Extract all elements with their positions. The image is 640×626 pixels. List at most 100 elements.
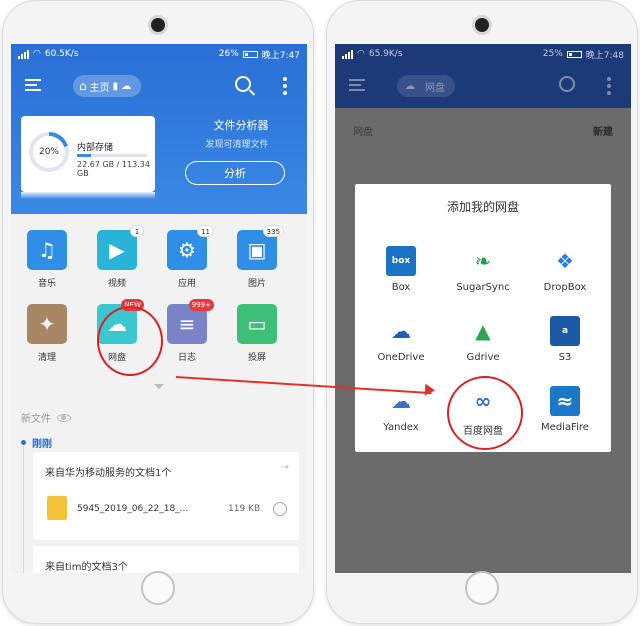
left-screen: ◠ 60.5K/s 26% 晚上7:47 ⌂ 主页 ▮ ☁ 20% 内部存储 2: [11, 44, 307, 573]
storage-usage-ring: 20%: [29, 132, 69, 172]
dialog-title: 添加我的网盘: [446, 200, 519, 214]
home-icon: ⌂: [79, 79, 87, 93]
category-item[interactable]: ≡ 999+ 日志: [157, 299, 217, 363]
eye-icon[interactable]: [57, 413, 71, 422]
box-logo-icon: box: [386, 246, 416, 276]
category-item[interactable]: ⚙ 11 应用: [157, 225, 217, 289]
count-badge: 11: [197, 225, 214, 237]
network-speed: 60.5K/s: [44, 49, 79, 59]
more-options-icon[interactable]: [283, 77, 287, 95]
category-label: 应用: [177, 279, 196, 289]
menu-icon[interactable]: [349, 79, 365, 91]
arrow-right-icon[interactable]: →: [281, 462, 289, 473]
provider-item[interactable]: ☁ OneDrive: [361, 316, 441, 363]
expand-chevron-icon[interactable]: [154, 384, 164, 389]
cast-icon: ▭: [237, 304, 277, 344]
storage-bar: [77, 154, 147, 157]
internal-storage-card[interactable]: 20% 内部存储 22.67 GB / 113.34 GB: [21, 116, 155, 199]
category-item[interactable]: ▭ 投屏: [227, 304, 287, 363]
analyzer-subtitle: 发现可清理文件: [205, 140, 269, 150]
provider-label: SugarSync: [456, 282, 510, 293]
storage-name: 内部存储: [77, 143, 114, 153]
analyze-button[interactable]: 分析: [185, 161, 285, 185]
annotation-circle: [97, 306, 163, 376]
provider-item[interactable]: ≈ MediaFire: [525, 386, 605, 433]
category-item[interactable]: ▶ 1 视频: [87, 225, 147, 289]
provider-item[interactable]: a S3: [525, 316, 605, 363]
new-button[interactable]: 新建: [593, 123, 613, 138]
signal-icon: [18, 49, 29, 59]
status-bar: ◠ 65.9K/s 25% 晚上7:48: [335, 44, 631, 64]
provider-label: Yandex: [383, 422, 419, 433]
file-name[interactable]: 5945_2019_06_22_18_...: [77, 504, 188, 514]
timeline-line: [23, 446, 24, 573]
search-icon[interactable]: [235, 76, 251, 92]
search-icon[interactable]: [559, 76, 575, 92]
netdisk-tab[interactable]: ☁ 网盘: [397, 75, 455, 97]
card-title: 来自tim的文档3个: [45, 562, 128, 573]
onedrive-logo-icon: ☁: [386, 316, 416, 346]
category-label: 日志: [177, 353, 196, 363]
annotation-circle: [447, 376, 523, 450]
home-tab-label: 主页: [89, 82, 110, 94]
card-title: 来自华为移动服务的文档1个: [45, 468, 172, 479]
provider-label: MediaFire: [541, 422, 589, 433]
android-icon: ⚙ 11: [167, 225, 214, 270]
image-icon: ▣ 335: [237, 225, 284, 270]
analyzer-title: 文件分析器: [213, 119, 269, 132]
category-item[interactable]: ▣ 335 图片: [227, 225, 287, 289]
provider-label: OneDrive: [377, 352, 425, 363]
provider-item[interactable]: ❖ DropBox: [525, 246, 605, 293]
provider-item[interactable]: ▲ Gdrive: [443, 316, 523, 363]
recent-file-card[interactable]: 来自tim的文档3个: [33, 546, 299, 573]
category-item[interactable]: ✦ 清理: [17, 304, 77, 363]
network-speed: 65.9K/s: [368, 49, 403, 59]
left-phone-frame: ◠ 60.5K/s 26% 晚上7:47 ⌂ 主页 ▮ ☁ 20% 内部存储 2: [2, 0, 314, 624]
document-icon: [47, 496, 67, 520]
home-button[interactable]: [465, 571, 499, 605]
wifi-icon: ◠: [33, 49, 41, 59]
home-tab[interactable]: ⌂ 主页 ▮ ☁: [73, 75, 142, 97]
battery-percent: 26%: [218, 49, 239, 59]
storage-bar-fill: [77, 154, 91, 157]
menu-icon[interactable]: [25, 79, 41, 91]
app-toolbar: ⌂ 主页 ▮ ☁: [11, 64, 307, 108]
music-icon: ♫: [27, 230, 67, 270]
video-icon: ▶ 1: [97, 225, 144, 270]
s3-logo-icon: a: [550, 316, 580, 346]
broom-icon: ✦: [27, 304, 67, 344]
provider-label: Box: [391, 282, 411, 293]
timeline-dot: [21, 440, 26, 445]
window-icons: ▮ ☁: [112, 80, 132, 92]
provider-label: S3: [558, 352, 572, 363]
more-options-icon[interactable]: [607, 77, 611, 95]
signal-icon: [342, 49, 353, 59]
provider-item[interactable]: box Box: [361, 246, 441, 293]
storage-percent: 20%: [33, 136, 65, 168]
netdisk-list-title: 网盘: [353, 127, 373, 138]
clock: 晚上7:48: [585, 50, 624, 61]
provider-label: Gdrive: [466, 352, 500, 363]
right-phone-frame: ◠ 65.9K/s 25% 晚上7:48 ☁ 网盘 网盘 新建 添加我的网盘 b…: [326, 0, 638, 624]
category-label: 投屏: [247, 353, 266, 363]
battery-icon: [242, 50, 258, 58]
battery-percent: 25%: [542, 49, 563, 59]
category-label: 视频: [107, 279, 126, 289]
right-screen: ◠ 65.9K/s 25% 晚上7:48 ☁ 网盘 网盘 新建 添加我的网盘 b…: [335, 44, 631, 573]
recent-file-card[interactable]: 来自华为移动服务的文档1个 → 5945_2019_06_22_18_... 1…: [33, 452, 299, 540]
annotation-arrow-head: [424, 383, 436, 397]
dropbox-logo-icon: ❖: [550, 246, 580, 276]
category-item[interactable]: ♫ 音乐: [17, 230, 77, 289]
add-netdisk-dialog: 添加我的网盘 box Box ❧ SugarSync ❖ DropBox ☁ OneDrive…: [355, 184, 611, 452]
category-label: 清理: [37, 353, 56, 363]
status-bar: ◠ 60.5K/s 26% 晚上7:47: [11, 44, 307, 64]
mediafire-logo-icon: ≈: [550, 386, 580, 416]
provider-label: DropBox: [543, 282, 587, 293]
provider-item[interactable]: ❧ SugarSync: [443, 246, 523, 293]
new-files-label: 新文件: [21, 414, 51, 425]
home-button[interactable]: [141, 571, 175, 605]
netdisk-tab-label: 网盘: [425, 82, 445, 94]
just-now-header: 刚刚: [21, 435, 52, 450]
select-radio[interactable]: [273, 502, 287, 516]
count-badge: 999+: [188, 299, 214, 311]
